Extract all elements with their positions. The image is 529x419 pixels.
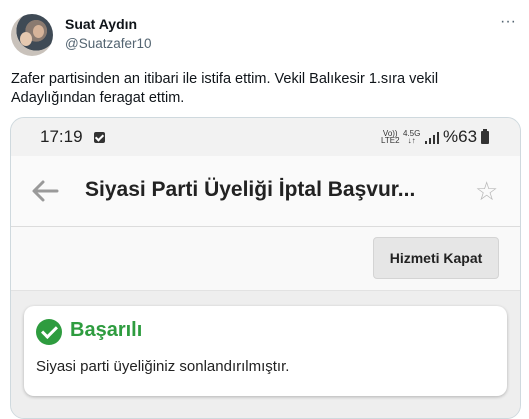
content-area: Başarılı Siyasi parti üyeliğiniz sonland…	[11, 291, 520, 418]
success-title: Başarılı	[70, 319, 143, 341]
volte-icon: Vo)) LTE2	[381, 130, 400, 145]
page-title: Siyasi Parti Üyeliği İptal Başvur...	[85, 178, 416, 201]
tweet-text: Zafer partisinden an itibari ile istifa …	[11, 71, 439, 106]
phone-status-bar: 17:19 Vo)) LTE2 4.5G ↓↑ %63	[11, 118, 520, 156]
app-bar: Siyasi Parti Üyeliği İptal Başvur... ☆	[11, 156, 520, 227]
success-check-icon	[36, 319, 62, 345]
avatar-face	[20, 32, 32, 46]
battery-level: %63	[443, 127, 478, 146]
status-time: 17:19	[40, 127, 83, 146]
avatar-face	[33, 25, 44, 38]
star-icon[interactable]: ☆	[475, 176, 498, 207]
battery-icon	[481, 129, 489, 144]
signal-icon	[425, 132, 439, 144]
checkbox-icon	[94, 132, 105, 143]
more-icon[interactable]: ···	[500, 13, 516, 31]
data-arrows: ↓↑	[407, 136, 416, 145]
tweet-media-screenshot[interactable]: 17:19 Vo)) LTE2 4.5G ↓↑ %63 Siyasi Parti…	[10, 117, 521, 419]
author-handle[interactable]: @Suatzafer10	[65, 36, 152, 51]
author-name[interactable]: Suat Aydın	[65, 16, 137, 32]
action-toolbar: Hizmeti Kapat	[11, 227, 520, 291]
avatar[interactable]	[11, 14, 53, 56]
back-arrow-icon[interactable]	[31, 178, 59, 204]
close-service-button[interactable]: Hizmeti Kapat	[373, 237, 499, 279]
lte-label: LTE2	[381, 136, 400, 145]
success-card: Başarılı Siyasi parti üyeliğiniz sonland…	[24, 306, 507, 396]
network-type-icon: 4.5G ↓↑	[403, 130, 420, 145]
success-message: Siyasi parti üyeliğiniz sonlandırılmıştı…	[36, 358, 290, 375]
